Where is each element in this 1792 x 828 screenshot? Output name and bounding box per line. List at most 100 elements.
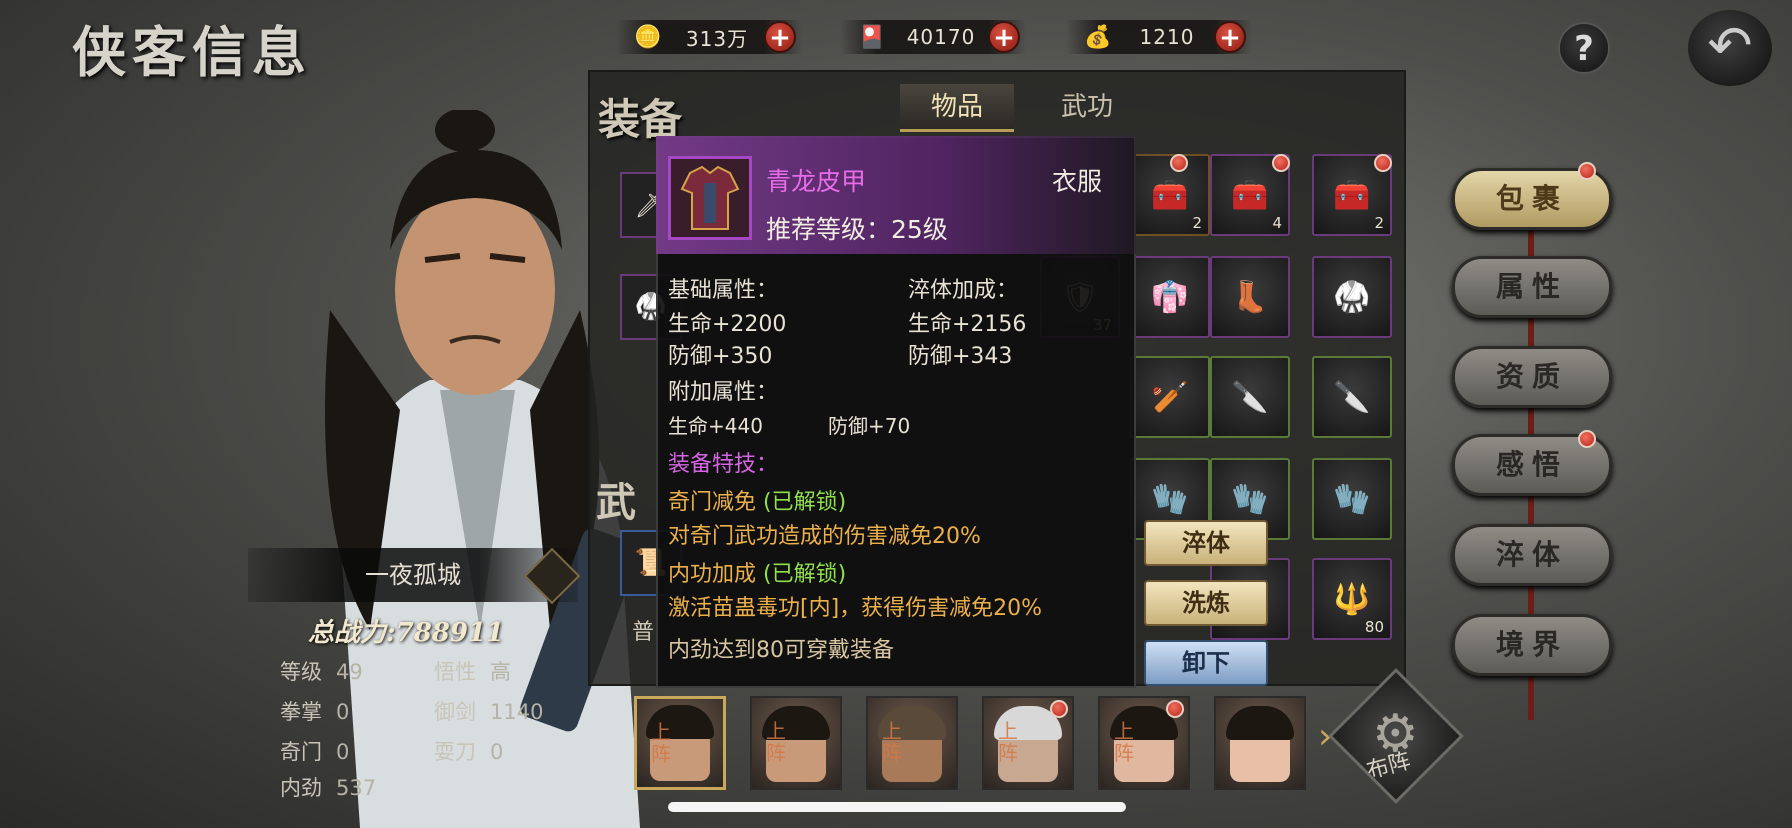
stat-comprehension: 悟性高 <box>434 656 511 686</box>
stat-level: 等级 49 <box>280 656 363 686</box>
refine-button[interactable]: 洗炼 <box>1144 580 1268 626</box>
inventory-cell[interactable]: 👘 <box>1130 256 1210 338</box>
home-indicator[interactable] <box>668 802 1126 812</box>
temper-button[interactable]: 淬体 <box>1144 520 1268 566</box>
blade-icon: 🔪 <box>1231 379 1269 415</box>
stat-inner-force: 内劲 537 <box>280 772 376 802</box>
martial-slot-label: 普 <box>632 620 655 645</box>
new-badge <box>1374 154 1392 172</box>
new-badge <box>1166 700 1184 718</box>
stat-sword: 御剑 1140 <box>434 696 543 726</box>
spear-icon: 🔱 <box>1333 581 1371 617</box>
extra-stat: 防御+70 <box>828 414 911 438</box>
new-badge <box>1050 700 1068 718</box>
wear-requirement: 内劲达到80可穿戴装备 <box>668 638 894 663</box>
roster-hero-6[interactable] <box>1214 696 1306 790</box>
skill-name: 奇门减免 <box>668 490 757 515</box>
new-badge <box>1170 154 1188 172</box>
hero-portrait <box>1226 706 1294 782</box>
deployed-tag: 上阵 <box>1114 719 1134 765</box>
stat-label: 耍刀 <box>434 740 476 764</box>
add-token-button[interactable]: + <box>988 21 1020 53</box>
equip-skill-title: 装备特技： <box>668 452 779 477</box>
menu-aptitude[interactable]: 资质 <box>1452 346 1612 408</box>
page-title: 侠客信息 <box>72 20 312 84</box>
stat-fist: 拳掌 0 <box>280 696 349 726</box>
token-card-icon: 🎴 <box>858 24 886 50</box>
chest-icon: 🧰 <box>1333 177 1371 213</box>
stat-value: 1140 <box>490 700 544 724</box>
extra-stats-title: 附加属性： <box>668 380 779 405</box>
inventory-cell[interactable]: 🔪 <box>1312 356 1392 438</box>
new-badge <box>1578 430 1596 448</box>
token-value: 40170 <box>906 25 976 49</box>
resource-gold: 💰 1210 + <box>1066 20 1252 54</box>
combat-power: 总战力:788911 <box>308 618 505 648</box>
copper-coin-icon: 🪙 <box>634 24 662 50</box>
chest-icon: 🧰 <box>1231 177 1269 213</box>
item-name: 青龙皮甲 <box>766 167 867 196</box>
armor-icon: 🥋 <box>1333 279 1371 315</box>
tab-martial-arts[interactable]: 武功 <box>1030 84 1144 132</box>
skill-description: 激活苗蛊毒功[内]，获得伤害减免20% <box>668 596 1043 621</box>
stat-value: 537 <box>336 776 377 800</box>
unequip-button[interactable]: 卸下 <box>1144 640 1268 686</box>
resource-token: 🎴 40170 + <box>840 20 1026 54</box>
resource-copper: 🪙 313万 + <box>616 20 802 54</box>
temper-stats-title: 淬体加成： <box>908 278 1019 303</box>
stat-value: 49 <box>336 660 363 684</box>
gold-ingot-icon: 💰 <box>1084 24 1112 50</box>
chest-icon: 🧰 <box>1151 177 1189 213</box>
roster-hero-2[interactable]: 上阵 <box>750 696 842 790</box>
deployed-tag: 上阵 <box>651 720 671 766</box>
base-stats-title: 基础属性： <box>668 278 779 303</box>
temper-stat: 防御+343 <box>908 344 1013 369</box>
stat-value: 0 <box>336 700 350 724</box>
stat-label: 奇门 <box>280 740 322 764</box>
item-type: 衣服 <box>1052 167 1103 196</box>
gold-value: 1210 <box>1139 25 1195 49</box>
back-arrow-icon: ↶ <box>1707 14 1753 77</box>
inventory-cell[interactable]: 👢 <box>1210 256 1290 338</box>
back-button[interactable]: ↶ <box>1688 10 1772 86</box>
temper-stat: 生命+2156 <box>908 312 1027 337</box>
skill-description: 对奇门武功造成的伤害减免20% <box>668 524 981 549</box>
stat-value: 0 <box>490 740 504 764</box>
stat-label: 悟性 <box>434 660 476 684</box>
martial-section-label: 武 <box>596 479 636 526</box>
inventory-cell[interactable]: 🏏 <box>1130 356 1210 438</box>
add-gold-button[interactable]: + <box>1214 21 1246 53</box>
roster-hero-1[interactable]: 上阵 <box>634 696 726 790</box>
stat-label: 等级 <box>280 660 322 684</box>
inventory-cell[interactable]: 🥋 <box>1312 256 1392 338</box>
menu-realm[interactable]: 境界 <box>1452 614 1612 676</box>
item-level-requirement: 推荐等级：25级 <box>766 215 948 244</box>
boots-icon: 👢 <box>1231 279 1269 315</box>
inventory-cell[interactable]: 🔪 <box>1210 356 1290 438</box>
roster-hero-3[interactable]: 上阵 <box>866 696 958 790</box>
stat-label: 拳掌 <box>280 700 322 724</box>
menu-temper[interactable]: 淬体 <box>1452 524 1612 586</box>
copper-value: 313万 <box>685 26 749 51</box>
stat-value: 0 <box>336 740 350 764</box>
blade-icon: 🔪 <box>1333 379 1371 415</box>
tab-items[interactable]: 物品 <box>900 84 1014 132</box>
equip-skill-1: 奇门减免 (已解锁) <box>668 484 846 516</box>
base-stat: 防御+350 <box>668 344 773 369</box>
staff-icon: 🏏 <box>1151 379 1189 415</box>
skill-status: (已解锁) <box>763 490 847 515</box>
menu-attributes[interactable]: 属性 <box>1452 256 1612 318</box>
stat-value: 高 <box>490 660 511 684</box>
add-copper-button[interactable]: + <box>764 21 796 53</box>
inventory-cell[interactable]: 🔱 80 <box>1312 558 1392 640</box>
help-button[interactable]: ? <box>1558 22 1610 74</box>
deployed-tag: 上阵 <box>998 719 1018 765</box>
skill-name: 内功加成 <box>668 562 757 587</box>
new-badge <box>1578 162 1596 180</box>
stat-label: 内劲 <box>280 776 322 800</box>
inventory-cell[interactable]: 🧤 <box>1312 458 1392 540</box>
armor-icon <box>680 165 740 230</box>
stat-qimen: 奇门 0 <box>280 736 349 766</box>
robe-icon: 👘 <box>1151 279 1189 315</box>
gloves-icon: 🧤 <box>1333 481 1371 517</box>
